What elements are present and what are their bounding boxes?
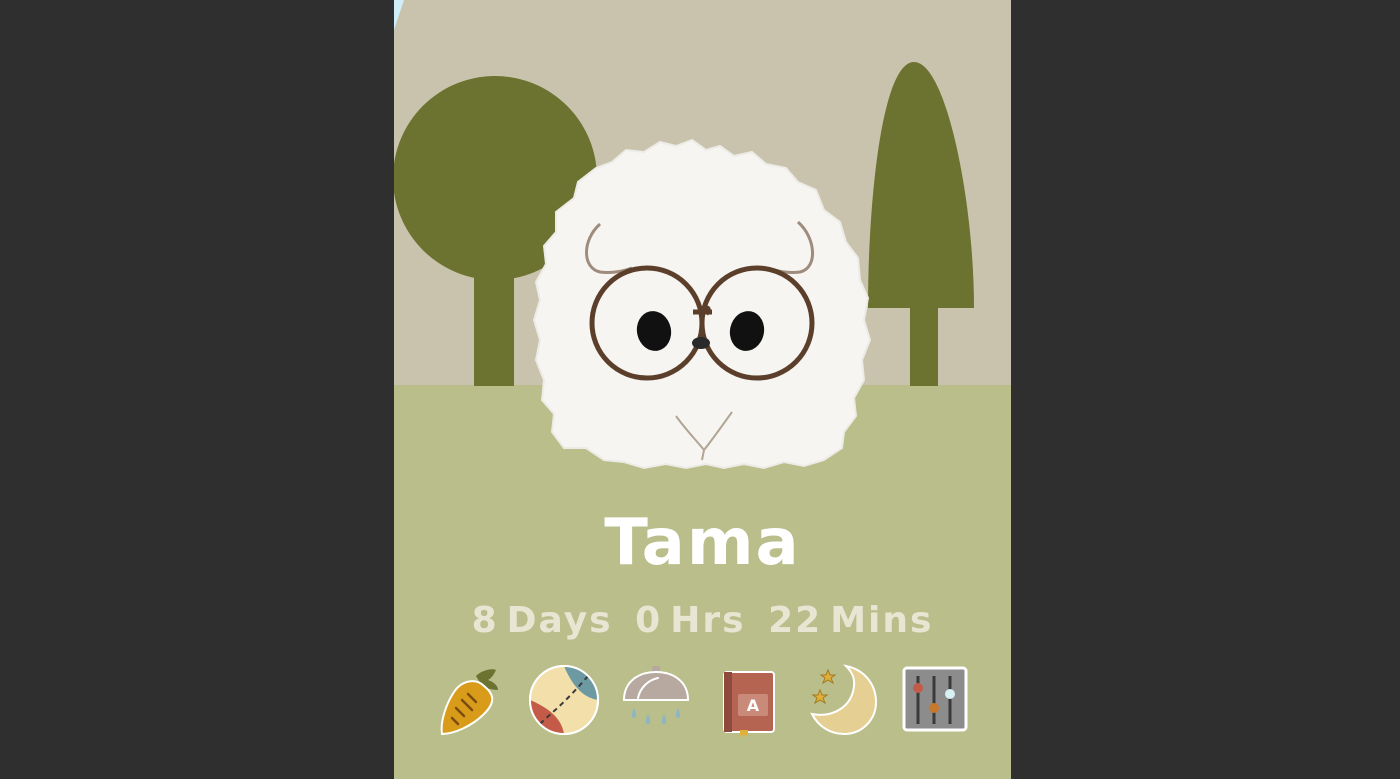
sleep-button[interactable] xyxy=(804,662,880,738)
age-minutes: 22 xyxy=(768,600,823,641)
pet-nose xyxy=(692,337,710,349)
clean-button[interactable] xyxy=(618,662,694,738)
svg-text:A: A xyxy=(747,696,760,715)
age-hours: 0 xyxy=(635,600,663,641)
learn-button[interactable]: A xyxy=(710,662,786,738)
play-button[interactable] xyxy=(526,662,602,738)
age-days: 8 xyxy=(471,600,499,641)
carrot-icon xyxy=(440,669,498,736)
age-days-unit: Days xyxy=(506,600,613,641)
age-minutes-unit: Mins xyxy=(830,600,934,641)
game-screen: Tama 8 Days 0 Hrs 22 Mins A xyxy=(394,0,1011,779)
shower-icon xyxy=(622,666,690,724)
pet-name: Tama xyxy=(604,506,801,580)
moon-icon xyxy=(810,664,878,736)
ball-icon xyxy=(529,665,599,735)
age-hours-unit: Hrs xyxy=(670,600,746,641)
book-icon: A xyxy=(723,671,775,738)
feed-button[interactable] xyxy=(434,662,510,738)
pet-age: 8 Days 0 Hrs 22 Mins xyxy=(394,600,1011,641)
sliders-icon xyxy=(902,666,968,732)
action-bar: A xyxy=(434,662,974,738)
settings-button[interactable] xyxy=(898,662,974,738)
